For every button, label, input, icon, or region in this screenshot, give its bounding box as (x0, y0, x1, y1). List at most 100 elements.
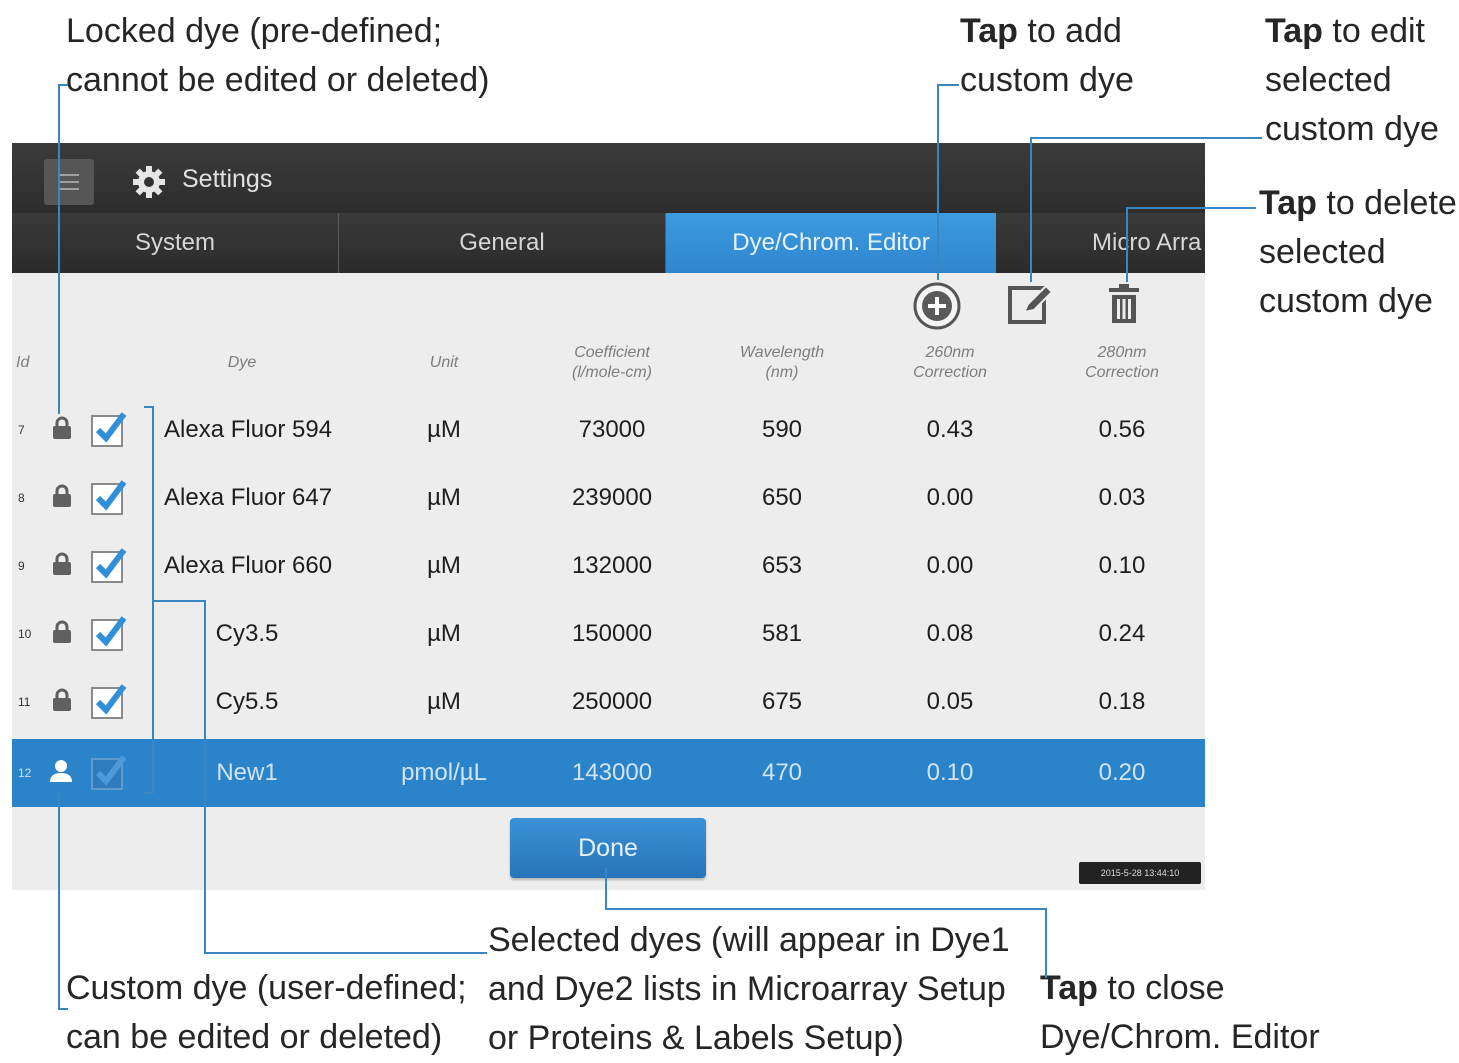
lock-icon (53, 552, 71, 575)
cell-dye: Alexa Fluor 647 (164, 484, 333, 511)
lock-icon (53, 688, 71, 711)
header-260nm-correction: 260nm Correction (913, 344, 987, 381)
leader-line (58, 792, 60, 1010)
leader-line (937, 84, 939, 280)
tab-general[interactable]: General (339, 213, 665, 273)
callout-edit-rest: to edit (1322, 12, 1426, 50)
cell-280nm: 0.18 (1098, 688, 1146, 715)
cell-dye: Cy5.5 (215, 688, 279, 715)
lock-icon (53, 620, 71, 643)
cell-wavelength: 581 (761, 620, 803, 647)
cell-280nm: 0.03 (1098, 484, 1146, 511)
lock-icon (53, 416, 71, 439)
page-title: Settings (182, 165, 273, 193)
cell-wavelength: 590 (761, 416, 803, 443)
cell-280nm: 0.56 (1098, 416, 1146, 443)
cell-coefficient: 150000 (571, 620, 653, 647)
table-row[interactable]: 9 Alexa Fluor 660 µM 132000 653 0.00 0.1… (12, 532, 1205, 600)
leader-line (1030, 137, 1262, 139)
cell-coefficient: 250000 (571, 688, 653, 715)
menu-icon (59, 174, 79, 176)
done-button[interactable]: Done (510, 818, 706, 878)
lock-icon (53, 484, 71, 507)
checkbox-checked-icon[interactable] (90, 753, 128, 791)
callout-add-rest: to add (1017, 12, 1122, 50)
trash-icon[interactable] (1105, 282, 1143, 326)
callout-custom-dye: Custom dye (user-defined; can be edited … (66, 964, 467, 1062)
leader-line (204, 952, 487, 954)
leader-line (605, 868, 607, 910)
cell-260nm: 0.00 (926, 484, 974, 511)
callout-locked-dye: Locked dye (pre-defined; cannot be edite… (66, 7, 489, 105)
callout-delete-rest: to delete (1316, 184, 1457, 222)
checkbox-checked-icon[interactable] (90, 682, 128, 720)
leader-line (605, 908, 1047, 910)
table-row[interactable]: 11 Cy5.5 µM 250000 675 0.05 0.18 (12, 668, 1205, 736)
cell-280nm: 0.24 (1098, 620, 1146, 647)
cell-unit: µM (427, 484, 461, 511)
callout-selected-dyes: Selected dyes (will appear in Dye1 and D… (488, 916, 1010, 1063)
header-unit: Unit (429, 354, 459, 371)
cell-coefficient: 73000 (578, 416, 646, 443)
callout-selected-line3: or Proteins & Labels Setup) (488, 1019, 904, 1057)
callout-edit-dye: Tap to edit selected custom dye (1265, 7, 1439, 154)
timestamp: 2015-5-28 13:44:10 (1079, 862, 1201, 884)
leader-line (144, 792, 153, 794)
header-id: Id (16, 354, 30, 371)
checkbox-checked-icon[interactable] (90, 410, 128, 448)
tab-system[interactable]: System (12, 213, 338, 273)
checkbox-checked-icon[interactable] (90, 478, 128, 516)
leader-line (152, 600, 205, 602)
leader-line (58, 84, 60, 414)
callout-delete-line2: selected (1259, 233, 1386, 271)
top-bar: Settings (12, 143, 1205, 213)
callout-custom-line2: can be edited or deleted) (66, 1018, 443, 1056)
leader-line (1126, 207, 1256, 209)
callout-close-line2: Dye/Chrom. Editor (1040, 1018, 1320, 1056)
checkbox-checked-icon[interactable] (90, 614, 128, 652)
cell-280nm: 0.20 (1098, 759, 1146, 786)
checkbox-checked-icon[interactable] (90, 546, 128, 584)
callout-edit-line3: custom dye (1265, 110, 1439, 148)
callout-locked-line2: cannot be edited or deleted) (66, 61, 490, 99)
row-id: 10 (18, 627, 32, 641)
tab-micro-array[interactable]: Micro Arra (997, 213, 1205, 273)
callout-add-bold: Tap (960, 12, 1018, 50)
callout-selected-line1: Selected dyes (will appear in Dye1 (488, 921, 1010, 959)
table-row-selected[interactable]: 12 New1 pmol/µL 143000 470 0.10 0.20 (12, 739, 1205, 807)
leader-line (1030, 137, 1032, 282)
callout-add-line2: custom dye (960, 61, 1134, 99)
leader-line (1126, 207, 1128, 282)
cell-wavelength: 470 (761, 759, 803, 786)
cell-unit: µM (427, 552, 461, 579)
header-dye: Dye (227, 354, 257, 371)
table-row[interactable]: 8 Alexa Fluor 647 µM 239000 650 0.00 0.0… (12, 464, 1205, 532)
cell-dye: Alexa Fluor 660 (164, 552, 333, 579)
tab-dye-chrom-editor[interactable]: Dye/Chrom. Editor (666, 213, 996, 273)
callout-custom-line1: Custom dye (user-defined; (66, 969, 467, 1007)
cell-dye: Alexa Fluor 594 (164, 416, 333, 443)
table-row[interactable]: 10 Cy3.5 µM 150000 581 0.08 0.24 (12, 600, 1205, 668)
callout-delete-dye: Tap to delete selected custom dye (1259, 179, 1457, 326)
user-icon (50, 760, 72, 782)
menu-button[interactable] (44, 159, 94, 205)
cell-dye: Cy3.5 (215, 620, 279, 647)
cell-260nm: 0.10 (926, 759, 974, 786)
cell-unit: µM (427, 688, 461, 715)
table-row[interactable]: 7 Alexa Fluor 594 µM 73000 590 0.43 0.56 (12, 396, 1205, 464)
callout-delete-bold: Tap (1259, 184, 1317, 222)
row-id: 7 (18, 423, 25, 437)
row-id: 12 (18, 766, 32, 780)
cell-coefficient: 132000 (571, 552, 653, 579)
header-wavelength: Wavelength (nm) (739, 344, 825, 381)
cell-260nm: 0.05 (926, 688, 974, 715)
leader-line (937, 84, 959, 86)
add-icon[interactable] (911, 280, 963, 332)
callout-close-bold: Tap (1040, 969, 1098, 1007)
cell-unit: µM (427, 416, 461, 443)
header-coefficient: Coefficient (l/mole-cm) (572, 344, 652, 381)
callout-selected-line2: and Dye2 lists in Microarray Setup (488, 970, 1006, 1008)
gear-icon (133, 166, 165, 198)
cell-260nm: 0.43 (926, 416, 974, 443)
edit-icon[interactable] (1006, 282, 1056, 328)
